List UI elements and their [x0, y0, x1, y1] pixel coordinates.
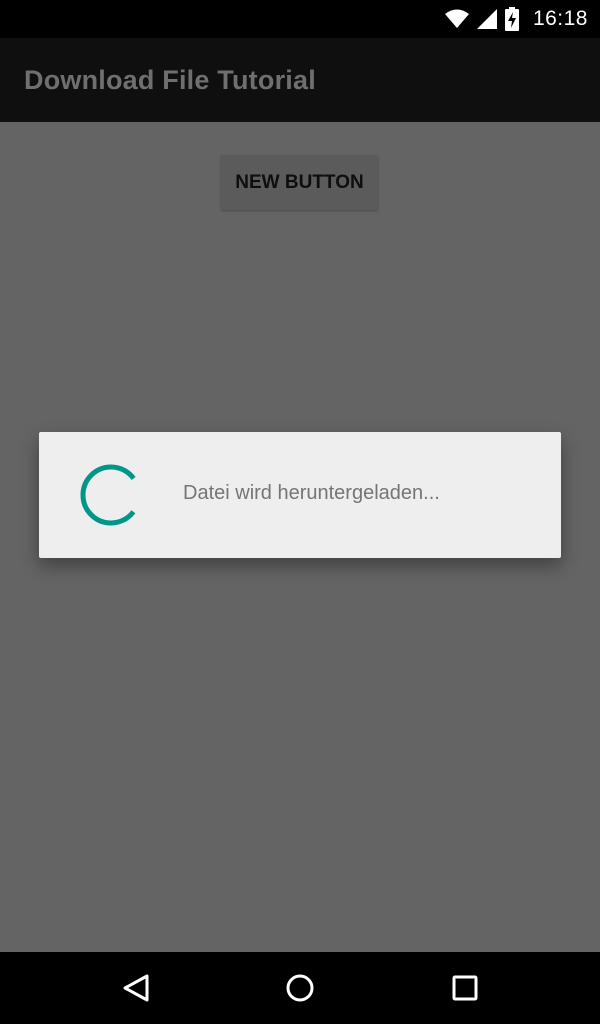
battery-charging-icon — [504, 7, 519, 31]
home-icon — [286, 974, 314, 1002]
recents-icon — [452, 975, 478, 1001]
wifi-icon — [444, 9, 469, 29]
app-title: Download File Tutorial — [24, 64, 316, 95]
back-button[interactable] — [114, 966, 158, 1010]
status-time: 16:18 — [532, 7, 588, 30]
app-bar: Download File Tutorial — [0, 38, 600, 122]
navigation-bar — [0, 952, 600, 1024]
main-content: NEW BUTTON Datei wird heruntergeladen... — [0, 122, 600, 952]
back-icon — [123, 974, 149, 1002]
new-button[interactable]: NEW BUTTON — [221, 155, 378, 210]
status-bar: 16:18 — [0, 0, 600, 38]
home-button[interactable] — [278, 966, 322, 1010]
progress-spinner-icon — [80, 464, 142, 526]
recents-button[interactable] — [443, 966, 487, 1010]
cell-signal-icon — [476, 9, 497, 29]
screen: 16:18 Download File Tutorial NEW BUTTON … — [0, 0, 600, 1024]
dialog-message: Datei wird heruntergeladen... — [183, 482, 440, 504]
progress-dialog: Datei wird heruntergeladen... — [39, 432, 561, 558]
